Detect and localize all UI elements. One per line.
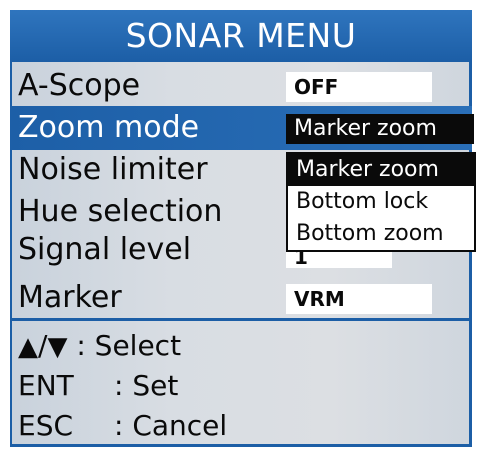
menu-item-a-scope[interactable]: A-Scope OFF xyxy=(10,64,472,108)
help-select-text: : Select xyxy=(76,329,182,362)
menu-item-label: Marker xyxy=(18,280,122,315)
help-ent-text: : Set xyxy=(114,369,179,402)
dropdown-option-bottom-lock[interactable]: Bottom lock xyxy=(288,186,474,218)
help-esc-text: : Cancel xyxy=(114,409,228,442)
help-ent-key: ENT xyxy=(18,369,74,402)
marker-value[interactable]: VRM xyxy=(286,284,432,314)
zoom-mode-value[interactable]: Marker zoom xyxy=(286,114,474,144)
menu-item-label: Zoom mode xyxy=(18,110,200,145)
help-cancel: ESC : Cancel xyxy=(18,406,227,446)
menu-item-label: Signal level xyxy=(18,232,192,267)
menu-item-label: A-Scope xyxy=(18,68,141,103)
help-set: ENT : Set xyxy=(18,366,178,406)
dropdown-option-marker-zoom[interactable]: Marker zoom xyxy=(288,154,474,186)
down-arrow-icon: ▼ xyxy=(47,332,68,362)
sonar-menu: SONAR MENU A-Scope OFF Zoom mode Marker … xyxy=(0,0,483,458)
zoom-mode-dropdown[interactable]: Marker zoom Bottom lock Bottom zoom xyxy=(286,152,476,252)
menu-item-label: Noise limiter xyxy=(18,152,208,187)
a-scope-value[interactable]: OFF xyxy=(286,72,432,102)
dropdown-option-bottom-zoom[interactable]: Bottom zoom xyxy=(288,218,474,250)
menu-item-marker[interactable]: Marker VRM xyxy=(10,276,472,320)
up-arrow-icon: ▲ xyxy=(18,332,38,362)
menu-title: SONAR MENU xyxy=(10,10,472,62)
help-slash: / xyxy=(38,329,48,362)
menu-item-zoom-mode[interactable]: Zoom mode Marker zoom xyxy=(10,106,474,150)
divider xyxy=(10,318,472,321)
help-select: ▲/▼ : Select xyxy=(18,326,181,366)
help-esc-key: ESC xyxy=(18,409,74,442)
